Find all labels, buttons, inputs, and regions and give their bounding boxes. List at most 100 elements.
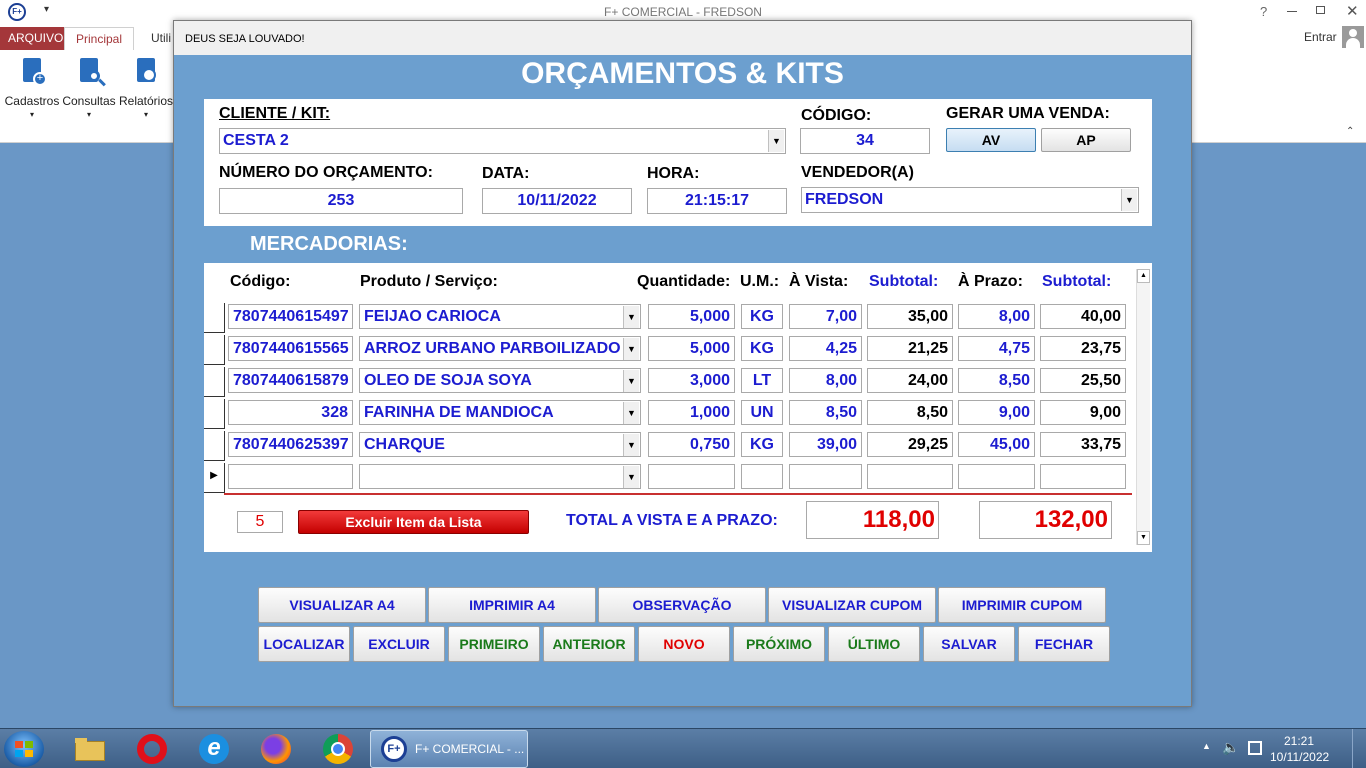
opera-icon[interactable] xyxy=(134,733,170,765)
chevron-down-icon[interactable]: ▼ xyxy=(768,130,784,152)
proximo-button[interactable]: PRÓXIMO xyxy=(733,626,825,662)
subtotal-vista-cell[interactable]: 21,25 xyxy=(867,336,953,361)
signin-link[interactable]: Entrar xyxy=(1304,30,1337,44)
prazo-cell[interactable] xyxy=(958,464,1035,489)
task-f-comercial[interactable]: F+ F+ COMERCIAL - ... xyxy=(370,730,528,768)
volume-icon[interactable]: 🔈 xyxy=(1222,739,1239,756)
subtotal-vista-cell[interactable]: 35,00 xyxy=(867,304,953,329)
row-selector[interactable] xyxy=(204,335,225,365)
subtotal-prazo-cell[interactable]: 40,00 xyxy=(1040,304,1126,329)
um-cell[interactable] xyxy=(741,464,783,489)
chevron-down-icon[interactable]: ▼ xyxy=(623,434,639,456)
codigo-cell[interactable] xyxy=(228,464,353,489)
av-button[interactable]: AV xyxy=(946,128,1036,152)
vista-cell[interactable]: 7,00 xyxy=(789,304,862,329)
table-row[interactable]: 7807440615497 FEIJAO CARIOCA ▼ 5,000 KG 7,00 3… xyxy=(204,303,1134,333)
produto-combo[interactable]: ▼ xyxy=(359,464,641,489)
subtotal-vista-cell[interactable]: 24,00 xyxy=(867,368,953,393)
scroll-up-icon[interactable]: ▲ xyxy=(1137,269,1150,283)
chevron-down-icon[interactable]: ▼ xyxy=(623,338,639,360)
vista-cell[interactable]: 4,25 xyxy=(789,336,862,361)
tab-principal[interactable]: Principal xyxy=(64,27,135,50)
table-row[interactable]: 7807440615879 OLEO DE SOJA SOYA ▼ 3,000 LT 8,… xyxy=(204,367,1134,397)
produto-combo[interactable]: ARROZ URBANO PARBOILIZADO ▼ xyxy=(359,336,641,361)
prazo-cell[interactable]: 9,00 xyxy=(958,400,1035,425)
codigo-cell[interactable]: 7807440615565 xyxy=(228,336,353,361)
chevron-down-icon[interactable]: ▼ xyxy=(1121,189,1137,211)
um-cell[interactable]: KG xyxy=(741,304,783,329)
quantidade-cell[interactable]: 3,000 xyxy=(648,368,735,393)
imprimir-a4-button[interactable]: IMPRIMIR A4 xyxy=(428,587,596,623)
firefox-icon[interactable] xyxy=(258,733,294,765)
table-row[interactable]: 7807440615565 ARROZ URBANO PARBOILIZADO ▼ 5… xyxy=(204,335,1134,365)
quantidade-cell[interactable]: 5,000 xyxy=(648,336,735,361)
clock-time[interactable]: 21:21 xyxy=(1270,734,1328,748)
um-cell[interactable]: KG xyxy=(741,432,783,457)
network-icon[interactable] xyxy=(1248,741,1262,755)
relatorios-button[interactable]: Relatórios ▾ xyxy=(118,56,174,119)
vista-cell[interactable]: 8,00 xyxy=(789,368,862,393)
subtotal-prazo-cell[interactable]: 25,50 xyxy=(1040,368,1126,393)
quantidade-cell[interactable]: 0,750 xyxy=(648,432,735,457)
chevron-down-icon[interactable]: ▼ xyxy=(623,370,639,392)
produto-combo[interactable]: CHARQUE ▼ xyxy=(359,432,641,457)
chevron-down-icon[interactable]: ▼ xyxy=(623,402,639,424)
row-selector[interactable] xyxy=(204,399,225,429)
tab-arquivo[interactable]: ARQUIVO xyxy=(0,27,72,50)
produto-combo[interactable]: FEIJAO CARIOCA ▼ xyxy=(359,304,641,329)
help-button[interactable]: ? xyxy=(1260,4,1267,19)
tray-expand-icon[interactable]: ▲ xyxy=(1202,741,1211,751)
vendedor-combo[interactable]: FREDSON ▼ xyxy=(801,187,1139,213)
show-desktop-button[interactable] xyxy=(1352,729,1366,768)
subtotal-prazo-cell[interactable]: 23,75 xyxy=(1040,336,1126,361)
prazo-cell[interactable]: 45,00 xyxy=(958,432,1035,457)
cadastros-button[interactable]: + Cadastros ▾ xyxy=(4,56,60,119)
codigo-cell[interactable]: 328 xyxy=(228,400,353,425)
user-avatar-icon[interactable] xyxy=(1342,26,1364,48)
chevron-down-icon[interactable]: ▼ xyxy=(623,466,639,488)
file-explorer-icon[interactable] xyxy=(72,733,108,765)
chevron-down-icon[interactable]: ▼ xyxy=(623,306,639,328)
table-row[interactable]: 7807440625397 CHARQUE ▼ 0,750 KG 39,00 29,25 45… xyxy=(204,431,1134,461)
subtotal-vista-cell[interactable] xyxy=(867,464,953,489)
um-cell[interactable]: UN xyxy=(741,400,783,425)
row-selector[interactable]: ▶ xyxy=(204,463,225,493)
quantidade-cell[interactable] xyxy=(648,464,735,489)
windows-start-icon[interactable] xyxy=(4,731,44,767)
subtotal-vista-cell[interactable]: 8,50 xyxy=(867,400,953,425)
produto-combo[interactable]: FARINHA DE MANDIOCA ▼ xyxy=(359,400,641,425)
novo-button[interactable]: NOVO xyxy=(638,626,730,662)
ap-button[interactable]: AP xyxy=(1041,128,1131,152)
observacao-button[interactable]: OBSERVAÇÃO xyxy=(598,587,766,623)
close-icon[interactable]: ✕ xyxy=(1346,2,1359,20)
prazo-cell[interactable]: 8,00 xyxy=(958,304,1035,329)
data-field[interactable]: 10/11/2022 xyxy=(482,188,632,214)
um-cell[interactable]: KG xyxy=(741,336,783,361)
scroll-down-icon[interactable]: ▼ xyxy=(1137,531,1150,545)
vista-cell[interactable]: 39,00 xyxy=(789,432,862,457)
vista-cell[interactable]: 8,50 xyxy=(789,400,862,425)
subtotal-prazo-cell[interactable] xyxy=(1040,464,1126,489)
minimize-icon[interactable] xyxy=(1287,11,1297,12)
row-selector[interactable] xyxy=(204,303,225,333)
codigo-cell[interactable]: 7807440625397 xyxy=(228,432,353,457)
ultimo-button[interactable]: ÚLTIMO xyxy=(828,626,920,662)
salvar-button[interactable]: SALVAR xyxy=(923,626,1015,662)
subtotal-vista-cell[interactable]: 29,25 xyxy=(867,432,953,457)
quantidade-cell[interactable]: 1,000 xyxy=(648,400,735,425)
cliente-combo[interactable]: CESTA 2 ▼ xyxy=(219,128,786,154)
um-cell[interactable]: LT xyxy=(741,368,783,393)
clock-date[interactable]: 10/11/2022 xyxy=(1270,750,1329,764)
codigo-cell[interactable]: 7807440615879 xyxy=(228,368,353,393)
hora-field[interactable]: 21:15:17 xyxy=(647,188,787,214)
prazo-cell[interactable]: 4,75 xyxy=(958,336,1035,361)
row-selector[interactable] xyxy=(204,367,225,397)
table-row[interactable]: 328 FARINHA DE MANDIOCA ▼ 1,000 UN 8,50 8,50 9,… xyxy=(204,399,1134,429)
internet-explorer-icon[interactable]: e xyxy=(196,733,232,765)
excluir-item-button[interactable]: Excluir Item da Lista xyxy=(298,510,529,534)
vista-cell[interactable] xyxy=(789,464,862,489)
produto-combo[interactable]: OLEO DE SOJA SOYA ▼ xyxy=(359,368,641,393)
imprimir-cupom-button[interactable]: IMPRIMIR CUPOM xyxy=(938,587,1106,623)
primeiro-button[interactable]: PRIMEIRO xyxy=(448,626,540,662)
chrome-icon[interactable] xyxy=(320,733,356,765)
